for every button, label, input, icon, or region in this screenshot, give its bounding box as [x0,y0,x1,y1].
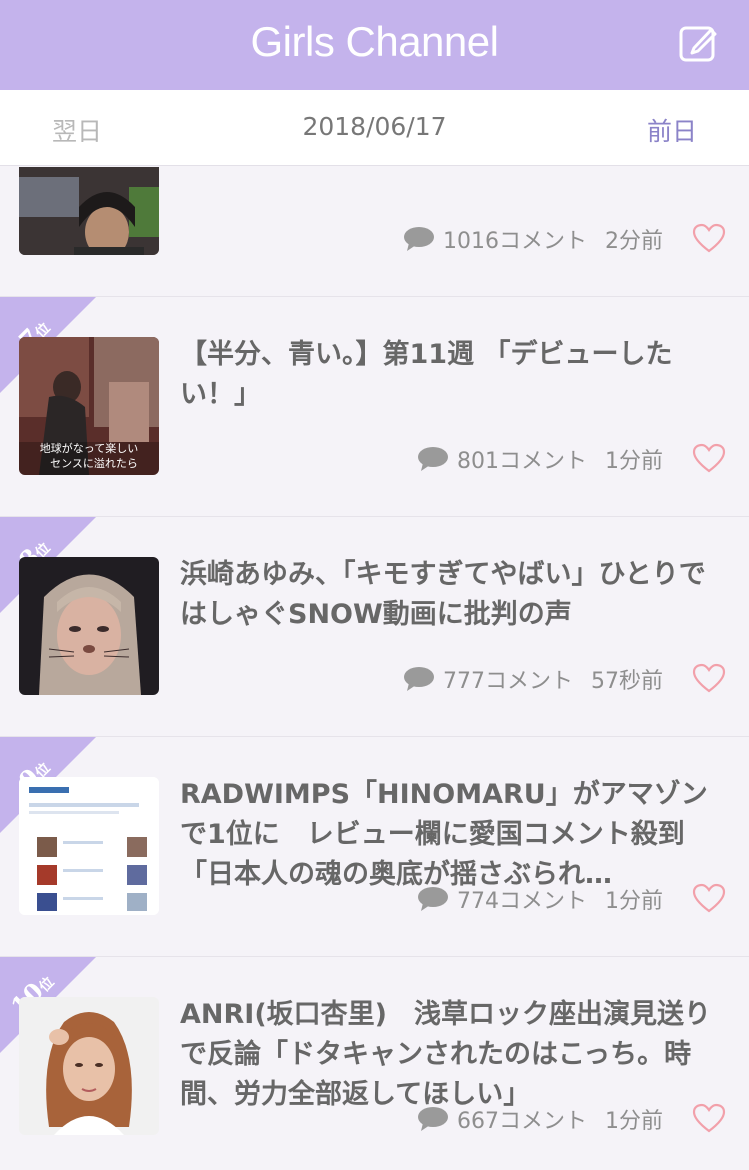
topic-thumbnail: 地球がなって楽しい センスに溢れたら [19,337,159,475]
topic-thumbnail [19,167,159,255]
selfie-photo-image [19,557,159,695]
compose-icon[interactable] [678,22,720,64]
svg-text:センスに溢れたら: センスに溢れたら [50,456,138,470]
topic-meta: 1016コメント 2分前 [403,223,663,255]
comment-count: 801コメント [457,449,587,474]
app-title[interactable]: Girls Channel [0,18,749,66]
comment-bubble-icon [418,1107,448,1131]
heart-icon[interactable] [692,663,726,693]
topic-meta: 801コメント 1分前 [417,443,663,475]
previous-day-button[interactable]: 前日 [647,112,697,148]
topic-meta: 667コメント 1分前 [417,1103,663,1135]
ranking-page-screenshot [19,777,159,915]
portrait-photo-image [19,997,159,1135]
topic-ranking-list: トピ 1016コメント 2分前 7位 地球がなって楽しい センスに溢れたら 【半 [0,167,749,1170]
heart-icon[interactable] [692,1103,726,1133]
comment-bubble-icon [418,447,448,471]
comment-count: 667コメント [457,1109,587,1134]
comment-count: 777コメント [443,669,573,694]
comment-bubble-icon [404,227,434,251]
comment-bubble-icon [418,887,448,911]
topic-item[interactable]: 8位 浜崎あゆみ、「キモすぎてやばい」ひとりではしゃぐSNOW動画に批判の声 7… [0,516,749,735]
topic-thumbnail [19,997,159,1135]
topic-title[interactable]: ANRI(坂口杏里) 浅草ロック座出演見送りで反論「ドタキャンされたのはこっち。… [180,995,720,1115]
post-time: 1分前 [605,889,663,914]
topic-title[interactable]: 【半分、青い。】第11週 「デビューしたい！」 [180,335,720,415]
post-time: 1分前 [605,449,663,474]
comment-count: 1016コメント [443,229,587,254]
topic-title[interactable]: RADWIMPS「HINOMARU」がアマゾンで1位に レビュー欄に愛国コメント… [180,775,720,895]
comment-bubble-icon [404,667,434,691]
heart-icon[interactable] [692,443,726,473]
topic-meta: 774コメント 1分前 [417,883,663,915]
post-time: 1分前 [605,1109,663,1134]
svg-text:地球がなって楽しい: 地球がなって楽しい [40,441,138,455]
date-navigation: 翌日 2018/06/17 前日 [0,90,749,166]
post-time: 57秒前 [591,669,663,694]
topic-title[interactable]: 浜崎あゆみ、「キモすぎてやばい」ひとりではしゃぐSNOW動画に批判の声 [180,555,720,635]
topic-thumbnail [19,557,159,695]
current-date: 2018/06/17 [302,112,447,141]
topic-item[interactable]: トピ 1016コメント 2分前 [0,167,749,296]
heart-icon[interactable] [692,223,726,253]
topic-item[interactable]: 10位 ANRI(坂口杏里) 浅草ロック座出演見送りで反論「ドタキャンされたのは… [0,956,749,1170]
comment-count: 774コメント [457,889,587,914]
heart-icon[interactable] [692,883,726,913]
tv-photo-image [19,167,159,255]
topic-meta: 777コメント 57秒前 [403,663,663,695]
drama-scene-image: 地球がなって楽しい センスに溢れたら [19,337,159,475]
post-time: 2分前 [605,229,663,254]
topic-item[interactable]: 7位 地球がなって楽しい センスに溢れたら 【半分、青い。】第11週 「デビュー… [0,296,749,515]
topic-item[interactable]: 9位 RADWIMPS「HINOMARU」がアマゾンで1位に レビュー欄に愛国コ… [0,736,749,955]
topic-thumbnail [19,777,159,915]
app-header: Girls Channel [0,0,749,90]
